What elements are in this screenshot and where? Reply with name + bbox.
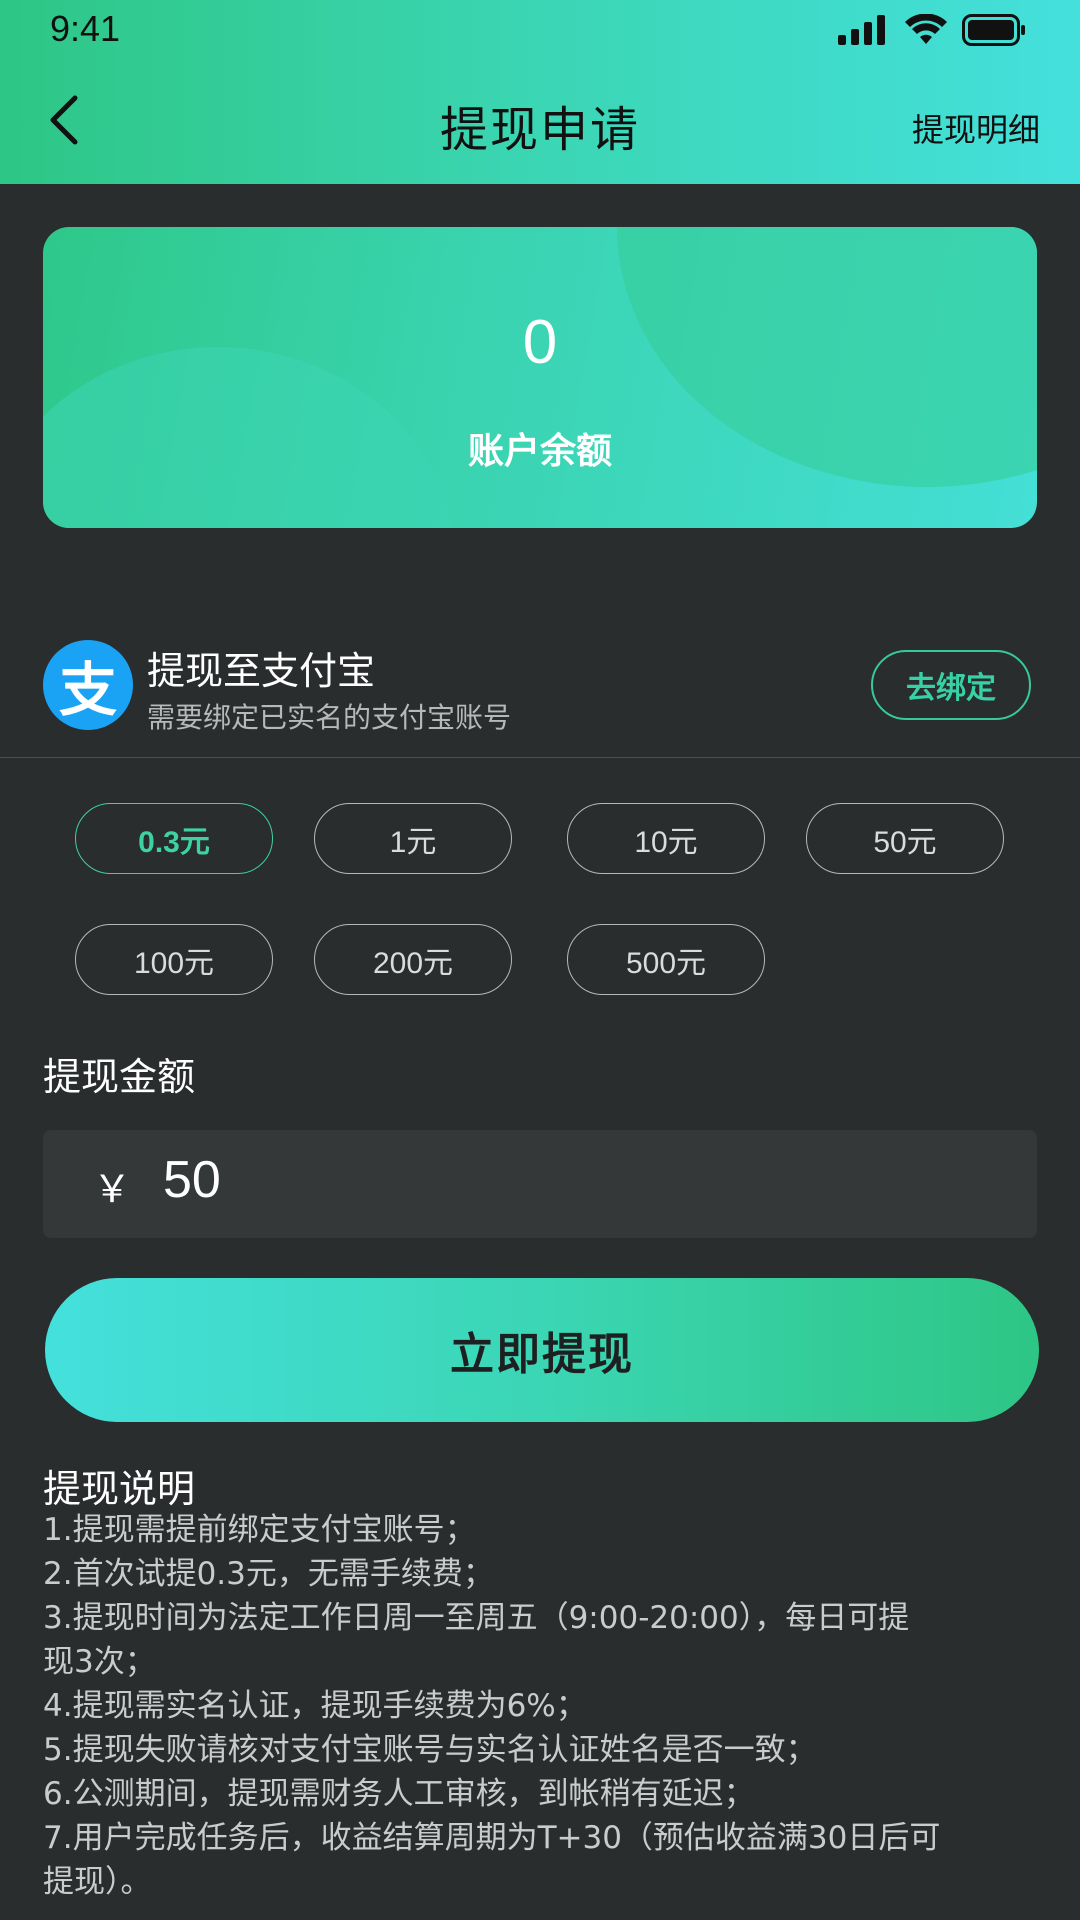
header-background: 9:41 提现申请 提现明细	[0, 0, 1080, 184]
withdraw-submit-button[interactable]: 立即提现	[45, 1278, 1039, 1422]
amount-option[interactable]: 200元	[314, 924, 512, 995]
notes-title: 提现说明	[43, 1467, 196, 1511]
note-line: 6.公测期间，提现需财务人工审核，到帐稍有延迟；	[43, 1776, 755, 1812]
amount-value[interactable]: 50	[163, 1150, 221, 1210]
notes-list: 1.提现需提前绑定支付宝账号； 2.首次试提0.3元，无需手续费； 3.提现时间…	[43, 1508, 1043, 1904]
wifi-icon	[905, 14, 947, 44]
note-line: 3.提现时间为法定工作日周一至周五（9:00-20:00），每日可提	[43, 1600, 910, 1636]
alipay-icon: 支	[43, 640, 133, 730]
alipay-subtitle: 需要绑定已实名的支付宝账号	[147, 701, 512, 734]
amount-option[interactable]: 500元	[567, 924, 765, 995]
signal-icon	[838, 15, 885, 45]
status-bar: 9:41	[0, 0, 1080, 60]
note-line: 提现）。	[43, 1864, 152, 1900]
note-line: 2.首次试提0.3元，无需手续费；	[43, 1556, 494, 1592]
status-time: 9:41	[50, 8, 121, 49]
amount-option[interactable]: 1元	[314, 803, 512, 874]
amount-input[interactable]: ￥ 50	[43, 1130, 1037, 1238]
balance-value: 0	[522, 308, 558, 377]
status-icons	[838, 12, 1026, 48]
note-line: 4.提现需实名认证，提现手续费为6%；	[43, 1688, 587, 1724]
nav-bar: 提现申请 提现明细	[0, 60, 1080, 184]
alipay-title: 提现至支付宝	[147, 649, 376, 693]
note-line: 7.用户完成任务后，收益结算周期为T+30（预估收益满30日后可	[43, 1820, 941, 1856]
alipay-row: 支 提现至支付宝 需要绑定已实名的支付宝账号 去绑定	[0, 630, 1080, 757]
note-line: 现3次；	[43, 1644, 156, 1680]
amount-option[interactable]: 0.3元	[75, 803, 273, 874]
amount-options: 0.3元 1元 10元 50元 100元 200元 500元	[0, 803, 1080, 998]
battery-icon	[962, 14, 1025, 46]
currency-symbol: ￥	[93, 1167, 132, 1211]
amount-option[interactable]: 10元	[567, 803, 765, 874]
withdraw-detail-link[interactable]: 提现明细	[912, 105, 1040, 151]
amount-option[interactable]: 50元	[806, 803, 1004, 874]
bind-alipay-button[interactable]: 去绑定	[871, 650, 1031, 720]
balance-label: 账户余额	[467, 431, 612, 472]
note-line: 5.提现失败请核对支付宝账号与实名认证姓名是否一致；	[43, 1732, 817, 1768]
amount-option[interactable]: 100元	[75, 924, 273, 995]
withdraw-amount-label: 提现金额	[43, 1055, 196, 1099]
divider	[0, 757, 1080, 758]
balance-card: 0 账户余额	[43, 227, 1037, 528]
note-line: 1.提现需提前绑定支付宝账号；	[43, 1512, 476, 1548]
